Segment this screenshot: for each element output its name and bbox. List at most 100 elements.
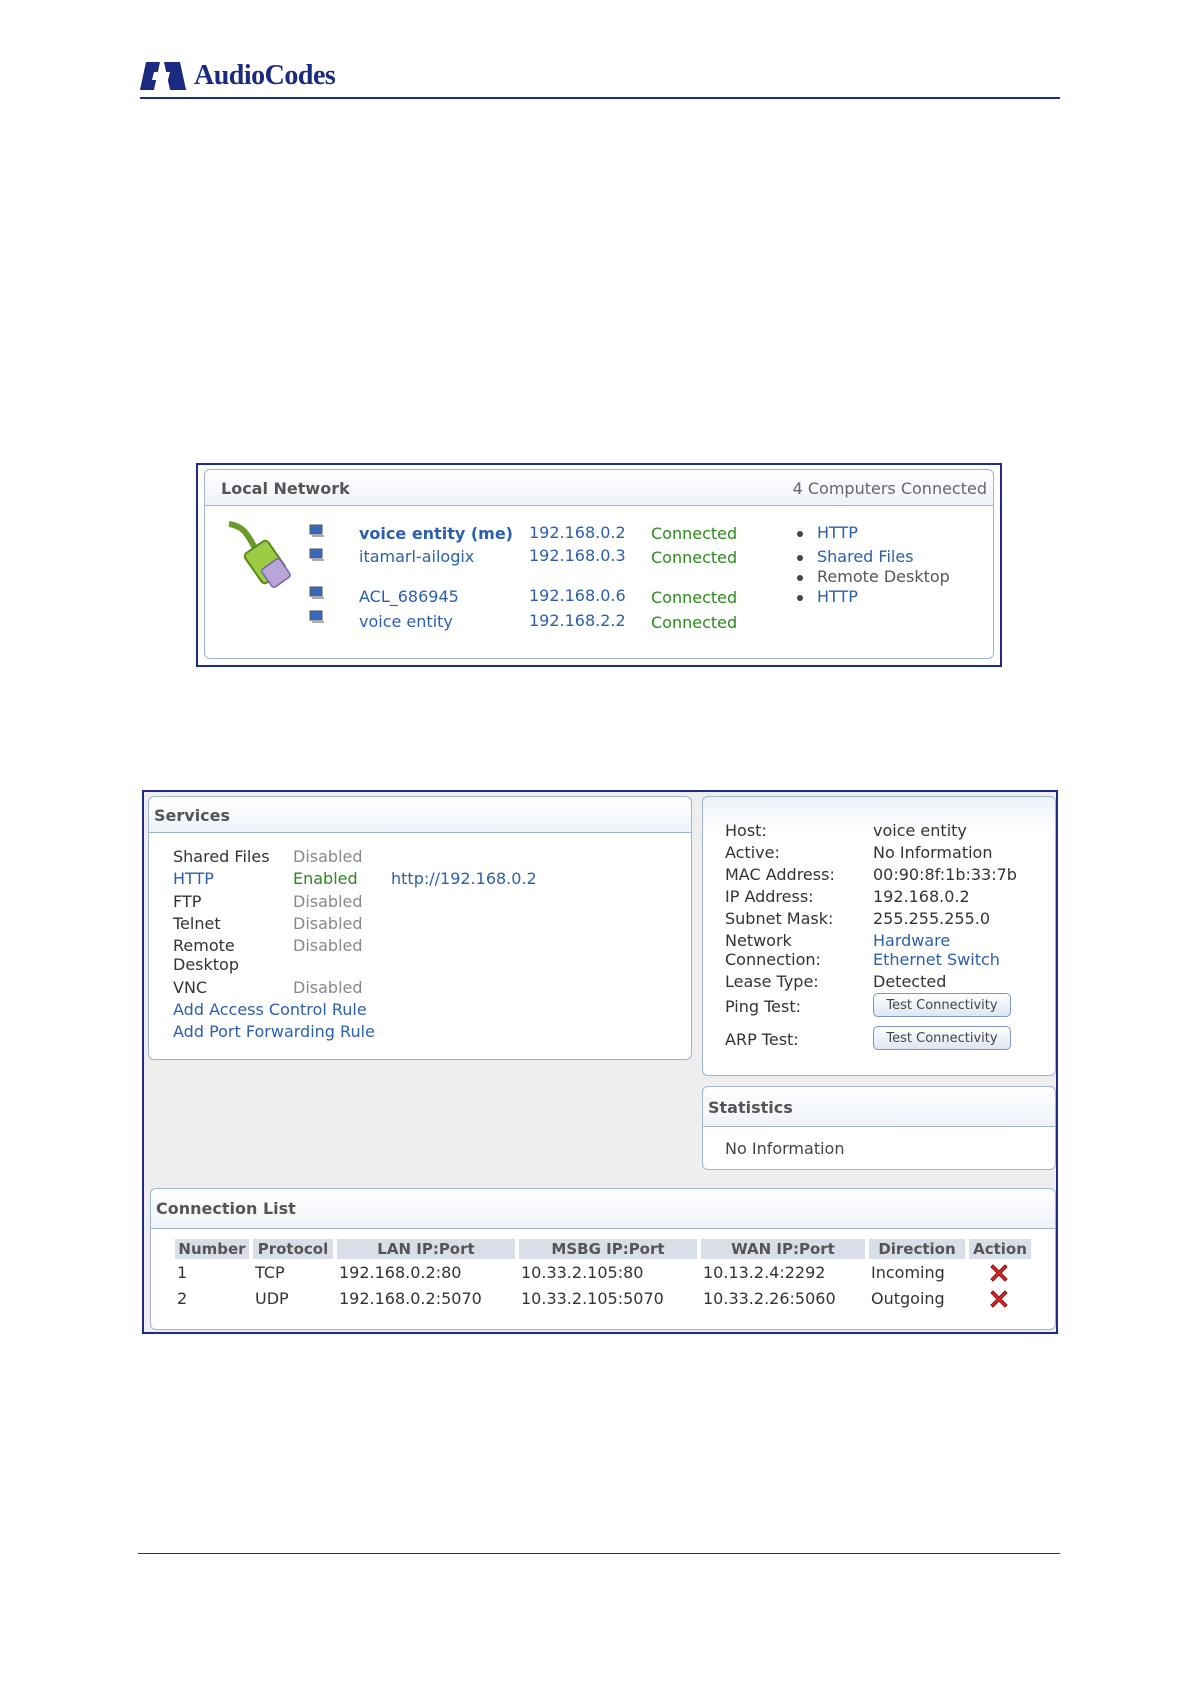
cell-wan: 10.13.2.4:2292	[703, 1263, 826, 1282]
host-details-figure: Services Shared Files Disabled HTTP Enab…	[142, 790, 1058, 1334]
bullet-icon	[797, 531, 803, 537]
service-name: FTP	[173, 892, 202, 911]
delete-icon[interactable]	[987, 1287, 1011, 1311]
cell-msbg: 10.33.2.105:5070	[521, 1289, 664, 1308]
connection-list-panel: Connection List Number Protocol LAN IP:P…	[150, 1188, 1056, 1330]
computer-icon	[309, 548, 324, 561]
subnet-value: 255.255.255.0	[873, 909, 991, 928]
network-connection-link[interactable]: Ethernet Switch	[873, 950, 1000, 969]
service-name-link[interactable]: HTTP	[173, 869, 214, 888]
lease-type-label: Lease Type:	[725, 972, 819, 991]
computer-icon	[309, 610, 324, 623]
local-network-panel: Local Network 4 Computers Connected voic…	[204, 469, 994, 659]
cell-number: 2	[177, 1289, 188, 1308]
service-link-shared-files[interactable]: Shared Files	[817, 547, 914, 566]
statistics-panel: Statistics No Information	[702, 1086, 1056, 1170]
computer-ip: 192.168.0.6	[529, 586, 626, 605]
ip-label: IP Address:	[725, 887, 814, 906]
service-url-link[interactable]: http://192.168.0.2	[391, 869, 537, 888]
service-state: Disabled	[293, 914, 363, 933]
arp-test-label: ARP Test:	[725, 1030, 799, 1049]
network-cable-icon	[228, 521, 291, 588]
active-value: No Information	[873, 843, 993, 862]
host-value: voice entity	[873, 821, 967, 840]
statistics-value: No Information	[725, 1139, 845, 1158]
column-header-msbg: MSBG IP:Port	[519, 1239, 697, 1259]
add-access-control-rule-link[interactable]: Add Access Control Rule	[173, 1000, 367, 1019]
mac-label: MAC Address:	[725, 865, 835, 884]
network-connection-link[interactable]: Hardware	[873, 931, 950, 950]
computer-name-link[interactable]: voice entity	[359, 612, 453, 631]
service-name: VNC	[173, 978, 208, 997]
connection-status: Connected	[651, 588, 738, 607]
service-name: Remote	[173, 936, 235, 955]
network-connection-label: Network	[725, 931, 792, 950]
service-state: Disabled	[293, 847, 363, 866]
connection-list-title: Connection List	[156, 1199, 296, 1218]
cell-protocol: UDP	[255, 1289, 289, 1308]
services-header: Services	[149, 797, 691, 833]
computer-icon	[309, 524, 324, 537]
computers-connected-count: 4 Computers Connected	[792, 479, 987, 498]
delete-icon[interactable]	[987, 1261, 1011, 1285]
cell-direction: Outgoing	[871, 1289, 945, 1308]
ip-value: 192.168.0.2	[873, 887, 970, 906]
ping-test-connectivity-button[interactable]: Test Connectivity	[873, 993, 1011, 1017]
subnet-label: Subnet Mask:	[725, 909, 834, 928]
connection-status: Connected	[651, 613, 738, 632]
service-state: Disabled	[293, 892, 363, 911]
cell-wan: 10.33.2.26:5060	[703, 1289, 836, 1308]
computer-name-link[interactable]: ACL_686945	[359, 587, 459, 606]
host-panel: Host: voice entity Active: No Informatio…	[702, 796, 1056, 1076]
service-state: Disabled	[293, 936, 363, 955]
bullet-icon	[797, 595, 803, 601]
header-rule	[140, 97, 1060, 99]
computer-name-link[interactable]: itamarl-ailogix	[359, 547, 474, 566]
column-header-action: Action	[969, 1239, 1031, 1259]
active-label: Active:	[725, 843, 780, 862]
add-port-forwarding-rule-link[interactable]: Add Port Forwarding Rule	[173, 1022, 375, 1041]
cell-msbg: 10.33.2.105:80	[521, 1263, 644, 1282]
cell-lan: 192.168.0.2:80	[339, 1263, 462, 1282]
service-name: Desktop	[173, 955, 239, 974]
host-label: Host:	[725, 821, 767, 840]
bullet-icon	[797, 555, 803, 561]
mac-value: 00:90:8f:1b:33:7b	[873, 865, 1017, 884]
bullet-icon	[797, 575, 803, 581]
arp-test-connectivity-button[interactable]: Test Connectivity	[873, 1026, 1011, 1050]
cell-direction: Incoming	[871, 1263, 945, 1282]
computer-name-link[interactable]: voice entity (me)	[359, 524, 513, 543]
connection-list-header: Connection List	[151, 1189, 1055, 1229]
local-network-title: Local Network	[221, 479, 350, 498]
column-header-lan: LAN IP:Port	[337, 1239, 515, 1259]
service-name: Shared Files	[173, 847, 270, 866]
service-remote-desktop: Remote Desktop	[817, 567, 950, 586]
computer-ip: 192.168.0.2	[529, 523, 626, 542]
network-connection-label: Connection:	[725, 950, 821, 969]
services-title: Services	[154, 806, 231, 825]
company-logo: AudioCodes	[140, 56, 336, 96]
cell-number: 1	[177, 1263, 188, 1282]
lease-type-value: Detected	[873, 972, 947, 991]
services-panel: Services Shared Files Disabled HTTP Enab…	[148, 796, 692, 1060]
service-link-http[interactable]: HTTP	[817, 523, 858, 542]
cell-lan: 192.168.0.2:5070	[339, 1289, 482, 1308]
connection-status: Connected	[651, 548, 738, 567]
brand-name: AudioCodes	[194, 60, 336, 91]
service-state: Disabled	[293, 978, 363, 997]
audiocodes-logo-icon	[140, 62, 186, 90]
service-name: Telnet	[173, 914, 221, 933]
local-network-header: Local Network 4 Computers Connected	[205, 470, 993, 506]
column-header-direction: Direction	[869, 1239, 965, 1259]
column-header-protocol: Protocol	[253, 1239, 333, 1259]
cell-protocol: TCP	[255, 1263, 285, 1282]
computer-ip: 192.168.0.3	[529, 546, 626, 565]
service-state: Enabled	[293, 869, 358, 888]
service-link-http[interactable]: HTTP	[817, 587, 858, 606]
computer-icon	[309, 586, 324, 599]
statistics-header: Statistics	[703, 1087, 1055, 1127]
local-network-figure: Local Network 4 Computers Connected voic…	[196, 463, 1002, 667]
ping-test-label: Ping Test:	[725, 997, 802, 1016]
footer-rule	[138, 1553, 1060, 1554]
column-header-number: Number	[175, 1239, 249, 1259]
